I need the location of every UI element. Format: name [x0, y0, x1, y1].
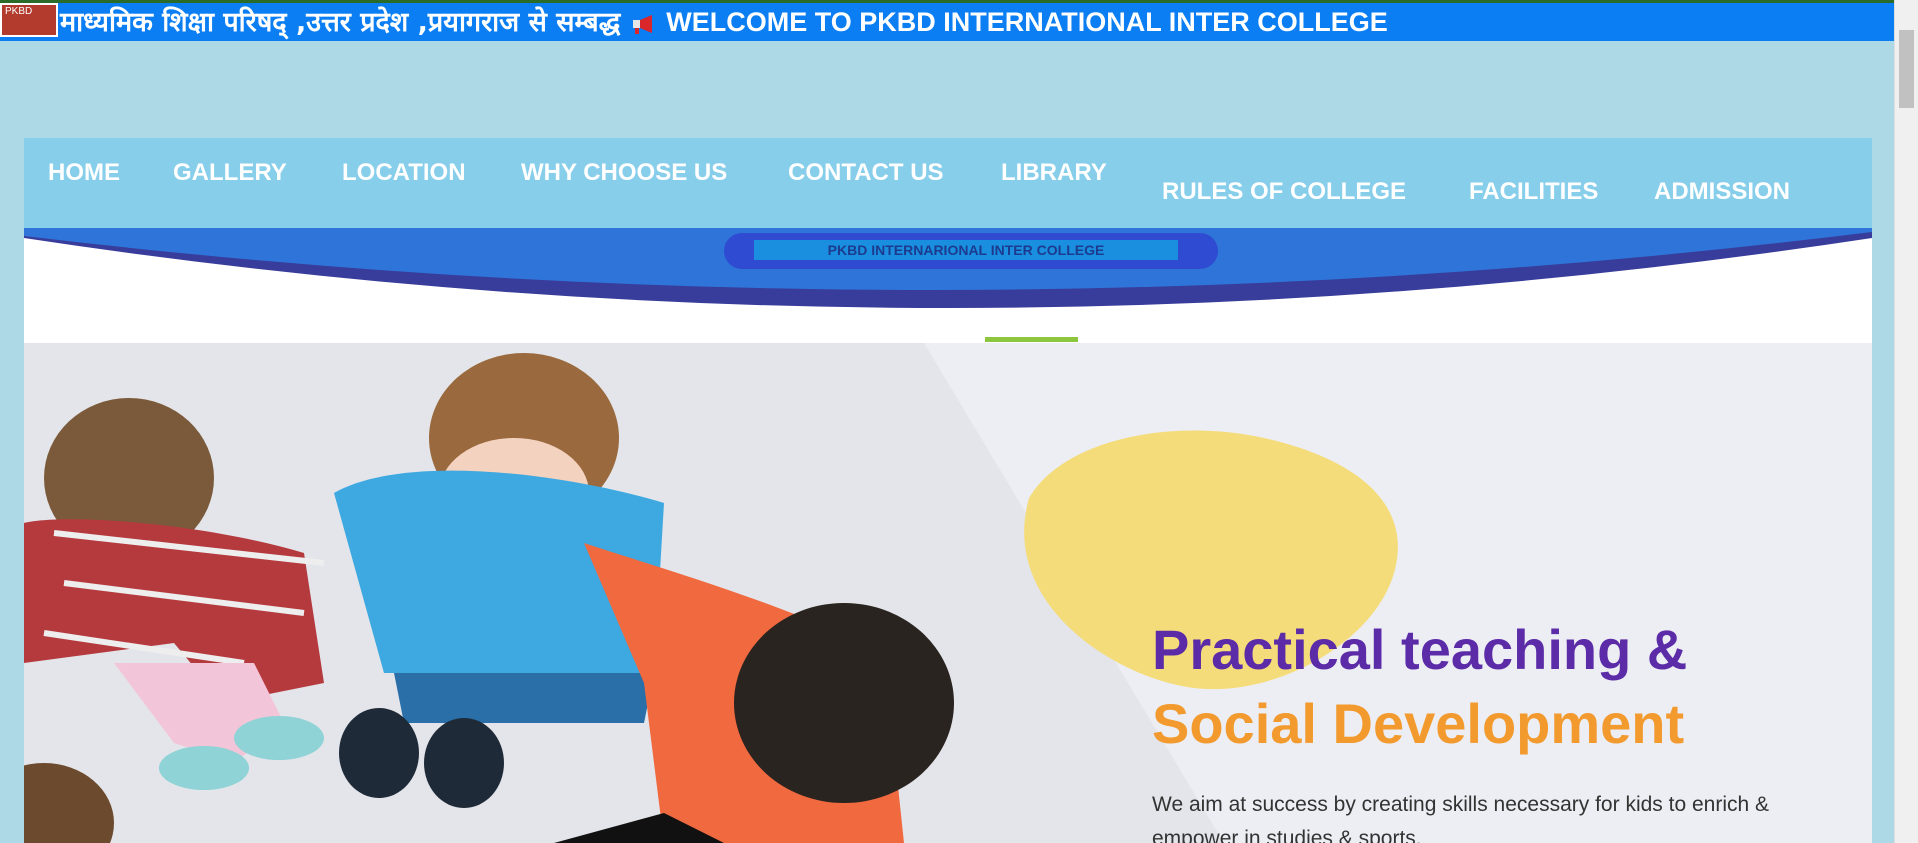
hero-image	[24, 343, 1872, 843]
nav-admission[interactable]: ADMISSION	[1654, 178, 1790, 206]
nav-why-choose-us[interactable]: WHY CHOOSE US	[521, 159, 727, 187]
marquee-text: माध्यमिक शिक्षा परिषद् ,उत्तर प्रदेश ,प्…	[60, 3, 1388, 41]
hero-slide: Practical teaching & Social Development …	[24, 343, 1872, 843]
college-name-badge: PKBD INTERNARIONAL INTER COLLEGE	[724, 233, 1218, 269]
hero-title-line2: Social Development	[1152, 692, 1685, 755]
college-name-text: PKBD INTERNARIONAL INTER COLLEGE	[754, 240, 1178, 260]
hero-title-line1: Practical teaching &	[1152, 618, 1688, 681]
college-banner: PKBD INTERNARIONAL INTER COLLEGE	[24, 228, 1872, 343]
affiliation-text: माध्यमिक शिक्षा परिषद् ,उत्तर प्रदेश ,प्…	[60, 7, 621, 38]
megaphone-icon	[633, 14, 653, 34]
hero-title: Practical teaching & Social Development	[1152, 613, 1687, 761]
nav-rules-of-college[interactable]: RULES OF COLLEGE	[1162, 178, 1406, 206]
hero-description: We aim at success by creating skills nec…	[1152, 793, 1770, 843]
welcome-text: WELCOME TO PKBD INTERNATIONAL INTER COLL…	[666, 7, 1388, 37]
nav-library[interactable]: LIBRARY	[1001, 159, 1107, 187]
nav-gallery[interactable]: GALLERY	[173, 159, 287, 187]
nav-location[interactable]: LOCATION	[342, 159, 466, 187]
announcement-marquee: PKBD माध्यमिक शिक्षा परिषद् ,उत्तर प्रदे…	[0, 0, 1894, 41]
scrollbar-thumb[interactable]	[1899, 30, 1914, 108]
main-navigation: HOME GALLERY LOCATION WHY CHOOSE US CONT…	[24, 138, 1872, 228]
nav-contact-us[interactable]: CONTACT US	[788, 159, 944, 187]
slide-indicator[interactable]	[985, 337, 1078, 342]
nav-facilities[interactable]: FACILITIES	[1469, 178, 1598, 206]
nav-home[interactable]: HOME	[48, 159, 120, 187]
college-logo: PKBD	[0, 3, 58, 37]
vertical-scrollbar[interactable]	[1894, 0, 1918, 843]
